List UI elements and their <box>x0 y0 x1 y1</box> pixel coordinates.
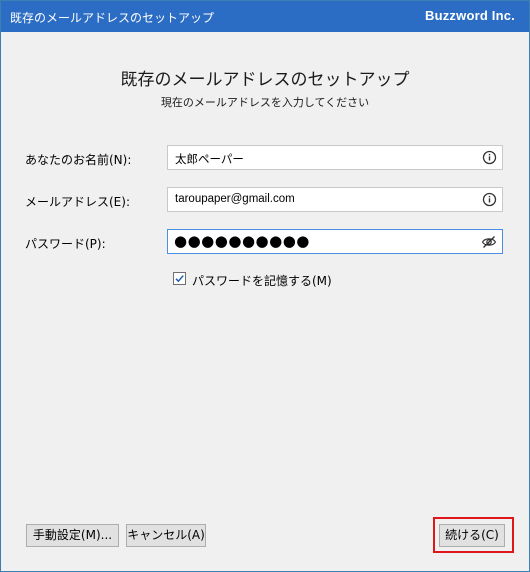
name-field[interactable]: 太郎ペーパー <box>167 145 503 170</box>
cancel-button[interactable]: キャンセル(A) <box>126 524 206 547</box>
checkmark-icon <box>175 275 184 283</box>
email-field[interactable]: taroupaper@gmail.com <box>167 187 503 212</box>
remember-password-checkbox[interactable] <box>173 272 186 285</box>
name-value: 太郎ペーパー <box>175 154 244 166</box>
manual-config-button[interactable]: 手動設定(M)... <box>26 524 119 547</box>
brand-label: Buzzword Inc. <box>425 8 515 23</box>
eye-slash-icon[interactable] <box>481 235 497 249</box>
password-field[interactable]: ●●●●●●●●●● <box>167 229 503 254</box>
name-label: あなたのお名前(N): <box>25 153 132 167</box>
remember-password-label[interactable]: パスワードを記憶する(M) <box>192 272 332 289</box>
email-label: メールアドレス(E): <box>25 195 130 209</box>
dialog-heading: 既存のメールアドレスのセットアップ <box>120 70 410 90</box>
title-bar[interactable]: 既存のメールアドレスのセットアップ Buzzword Inc. <box>1 1 529 32</box>
email-value: taroupaper@gmail.com <box>175 193 295 205</box>
dialog-subheading: 現在のメールアドレスを入力してください <box>160 96 370 109</box>
info-icon[interactable] <box>482 192 497 207</box>
info-icon[interactable] <box>482 150 497 165</box>
dialog-window: 既存のメールアドレスのセットアップ Buzzword Inc. 既存のメールアド… <box>0 0 530 572</box>
password-label: パスワード(P): <box>25 237 106 251</box>
window-title: 既存のメールアドレスのセットアップ <box>10 11 215 25</box>
password-masked-value: ●●●●●●●●●● <box>174 232 310 250</box>
continue-button-highlight <box>433 517 514 553</box>
